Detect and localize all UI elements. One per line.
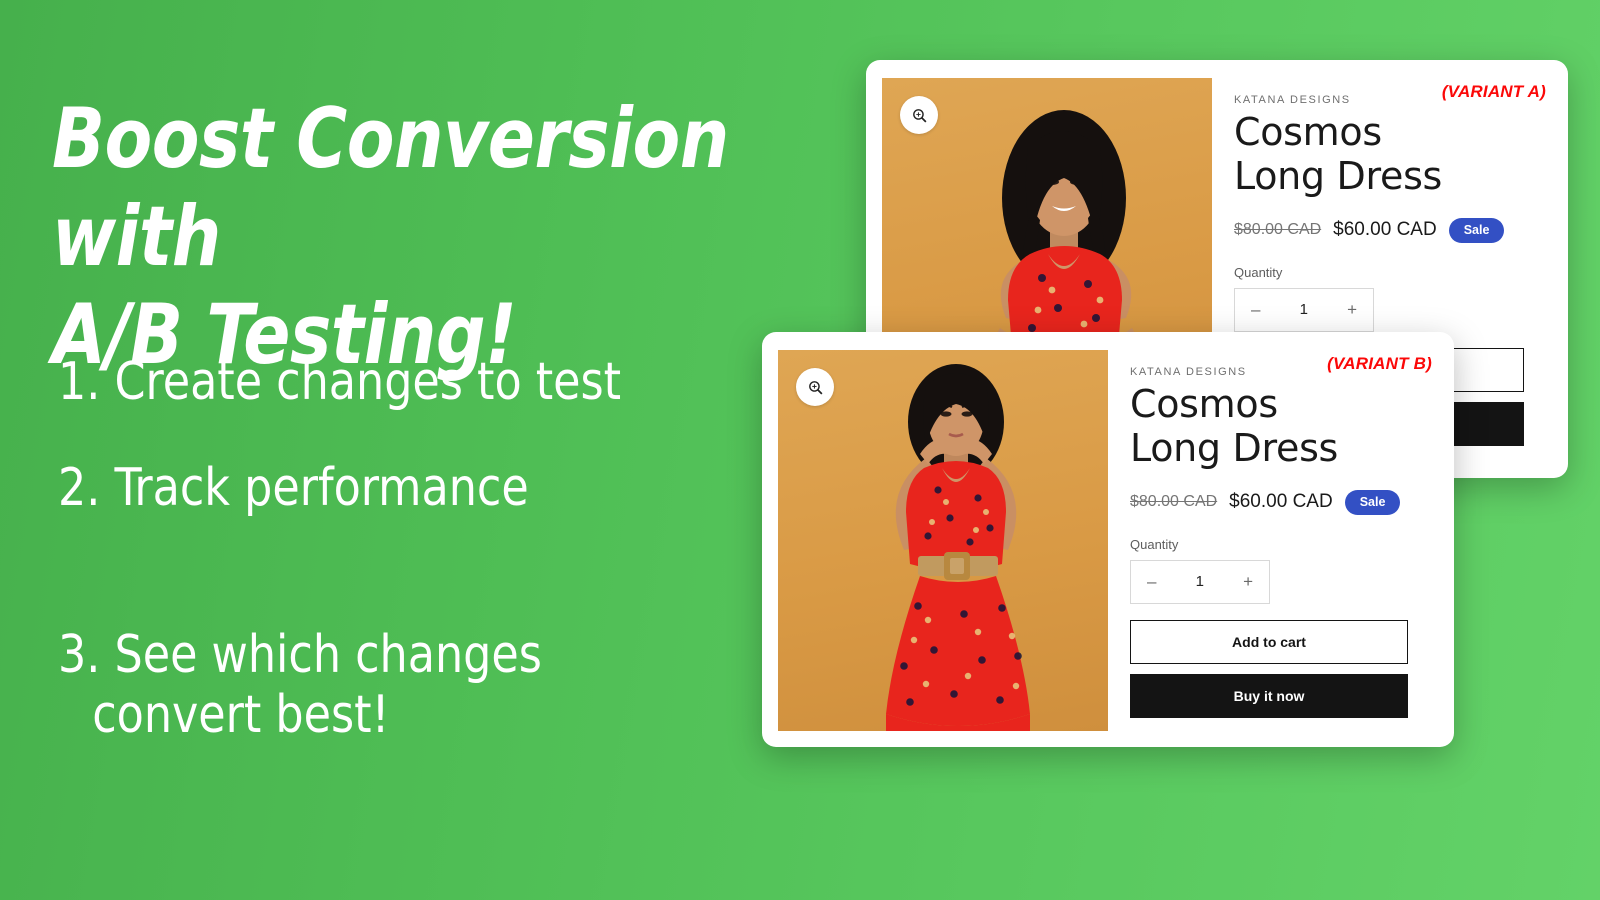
- price-original: $80.00 CAD: [1234, 221, 1322, 239]
- product-card-variant-b: (VARIANT B) KATANA DESIGNS Cosmos Long D…: [762, 332, 1454, 747]
- price-row: $80.00 CAD $60.00 CAD Sale: [1234, 218, 1544, 243]
- variant-label-b: (VARIANT B): [1327, 354, 1432, 373]
- quantity-decrease-button[interactable]: –: [1147, 573, 1156, 590]
- product-title: Cosmos Long Dress: [1130, 382, 1339, 471]
- step-item-3: 3. See which changes convert best!: [58, 565, 799, 806]
- product-image-variant-b[interactable]: [778, 350, 1108, 731]
- promo-copy: Boost Conversion with A/B Testing!: [52, 90, 872, 384]
- magnifier-zoom-icon[interactable]: [900, 96, 938, 134]
- buy-it-now-button[interactable]: Buy it now: [1130, 673, 1408, 718]
- variant-label-a: (VARIANT A): [1441, 82, 1546, 101]
- price-current: $60.00 CAD: [1229, 491, 1333, 513]
- promo-banner: Boost Conversion with A/B Testing! 1. Cr…: [0, 0, 1600, 900]
- quantity-stepper[interactable]: – 1 +: [1130, 559, 1270, 604]
- product-details-variant-b: (VARIANT B) KATANA DESIGNS Cosmos Long D…: [1108, 350, 1438, 731]
- quantity-label: Quantity: [1130, 536, 1179, 552]
- quantity-increase-button[interactable]: +: [1243, 573, 1253, 590]
- step-item-1: 1. Create changes to test: [58, 352, 622, 412]
- quantity-value[interactable]: 1: [1300, 301, 1308, 318]
- magnifier-zoom-icon[interactable]: [796, 368, 834, 406]
- step-item-3-line2: convert best!: [92, 685, 390, 746]
- page-title: Boost Conversion with A/B Testing!: [52, 90, 729, 383]
- status-badge-sale: Sale: [1344, 490, 1401, 515]
- price-row: $80.00 CAD $60.00 CAD Sale: [1130, 490, 1430, 515]
- quantity-stepper[interactable]: – 1 +: [1234, 287, 1374, 332]
- status-badge-sale: Sale: [1448, 218, 1505, 243]
- quantity-label: Quantity: [1234, 264, 1283, 280]
- steps-list: 1. Create changes to test 2. Track perfo…: [58, 352, 838, 806]
- quantity-decrease-button[interactable]: –: [1251, 301, 1260, 318]
- quantity-increase-button[interactable]: +: [1347, 301, 1357, 318]
- add-to-cart-button[interactable]: Add to cart: [1130, 619, 1408, 664]
- model-illustration-b: [886, 364, 1030, 731]
- price-current: $60.00 CAD: [1333, 219, 1437, 241]
- quantity-value[interactable]: 1: [1196, 573, 1204, 590]
- product-title: Cosmos Long Dress: [1234, 110, 1443, 199]
- price-original: $80.00 CAD: [1130, 493, 1218, 511]
- step-item-2: 2. Track performance: [58, 458, 529, 519]
- step-item-3-line1: 3. See which changes: [58, 624, 542, 685]
